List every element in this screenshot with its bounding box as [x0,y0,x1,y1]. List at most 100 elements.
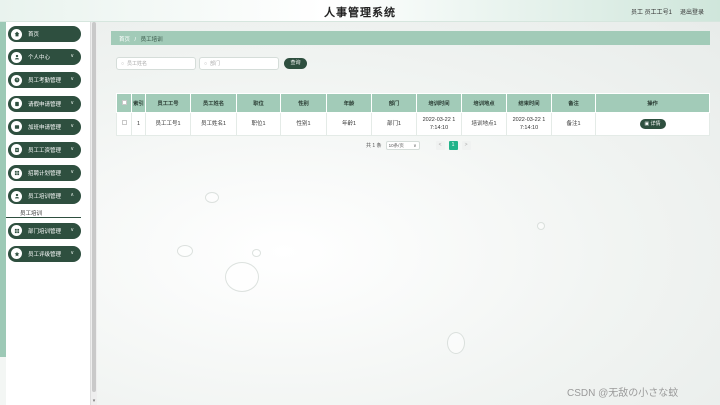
chevron-down-icon: ∨ [70,169,74,176]
sidebar-menu: 首页 个人中心 ∨ 员工考勤管理 ∨ 请假申请管理 ∨ 加班申请管理 ∨ 员工工… [6,26,81,269]
sidebar-item-dept-training[interactable]: 部门培训管理 ∨ [8,222,81,239]
breadcrumb-current: 员工培训 [140,37,163,43]
column-header: 员工姓名 [190,93,237,113]
select-all-cell [116,93,132,113]
page-size-select[interactable]: 10条/页 ∨ [385,141,420,150]
chevron-down-icon: ∨ [70,249,74,256]
detail-button[interactable]: ▣ 详情 [639,119,666,129]
total-count: 共 1 条 [366,143,382,149]
chevron-down-icon: ∨ [70,76,74,83]
sidebar-scrollbar[interactable]: ▾ [90,22,97,405]
search-icon: ○ [121,60,125,67]
query-button[interactable]: 查询 [284,58,307,69]
cell-remark: 备注1 [551,112,596,136]
page-number-active[interactable]: 1 [448,141,458,150]
cell-train-place: 培训地点1 [461,112,507,136]
chevron-down-icon: ∨ [413,143,417,148]
chevron-down-icon: ∨ [70,145,74,152]
training-table: 索引 员工工号 员工姓名 职位 性别 年龄 部门 培训时间 培训地点 结束时间 … [116,93,710,136]
decorative-droplet [447,332,465,354]
pagination: 共 1 条 10条/页 ∨ < 1 > [366,141,471,150]
sidebar-item-label: 员工考勤管理 [28,78,62,85]
sidebar-item-leave[interactable]: 请假申请管理 ∨ [8,95,81,112]
page-size-value: 10条/页 [388,143,404,148]
leave-icon [11,98,22,110]
cell-index: 1 [131,112,146,136]
chevron-down-icon: ∨ [70,53,74,60]
row-select-cell [116,112,132,136]
next-page-button[interactable]: > [461,141,471,150]
search-icon: ○ [204,60,208,67]
cell-emp-name: 员工姓名1 [190,112,237,136]
sidebar-item-attendance[interactable]: 员工考勤管理 ∨ [8,72,81,89]
column-header: 性别 [280,93,327,113]
cell-gender: 性别1 [280,112,327,136]
decorative-droplet [252,249,261,257]
sidebar-item-profile[interactable]: 个人中心 ∨ [8,49,81,66]
breadcrumb-home[interactable]: 首页 [119,37,130,43]
employee-name-search-input[interactable]: ○ 员工姓名 [116,57,196,70]
main-content-area [97,22,720,405]
detail-icon: ▣ [644,121,650,127]
sidebar-item-label: 部门培训管理 [28,228,62,235]
sidebar-item-label: 招聘计划管理 [28,171,62,178]
watermark: CSDN @无敌の小さな蚊 [567,388,679,399]
column-header: 员工工号 [145,93,191,113]
plan-icon [11,167,22,179]
cell-dept: 部门1 [371,112,417,136]
cell-age: 年龄1 [326,112,372,136]
sidebar-subitem-employee-training[interactable]: 员工培训 [6,206,81,218]
sidebar-item-rating[interactable]: 员工评级管理 ∨ [8,245,81,262]
home-icon [11,28,22,40]
sidebar-item-overtime[interactable]: 加班申请管理 ∨ [8,118,81,135]
column-header: 操作 [595,93,710,113]
search-input-placeholder: 部门 [210,61,221,67]
cell-emp-no: 员工工号1 [145,112,191,136]
decorative-droplet [205,192,219,203]
sidebar-item-home[interactable]: 首页 [8,26,81,42]
top-bar: 人事管理系统 员工 员工工号1 退出登录 [0,0,720,22]
breadcrumb-separator: / [134,37,137,43]
cell-end-time: 2022-03-22 1 7:14:10 [506,112,552,136]
sidebar-item-label: 请假申请管理 [28,101,62,108]
sidebar-item-label: 员工评级管理 [28,251,62,258]
sidebar-item-salary[interactable]: 员工工资管理 ∨ [8,141,81,158]
chevron-up-icon: ∧ [70,192,74,199]
clock-icon [11,74,22,86]
sidebar-item-label: 个人中心 [28,55,51,62]
column-header: 结束时间 [506,93,552,113]
chevron-down-icon: ∨ [70,122,74,129]
select-all-checkbox[interactable] [121,99,127,105]
department-search-input[interactable]: ○ 部门 [199,57,279,70]
column-header: 培训时间 [416,93,462,113]
sidebar-item-recruitment[interactable]: 招聘计划管理 ∨ [8,165,81,182]
column-header: 部门 [371,93,417,113]
column-header: 索引 [131,93,146,113]
search-input-placeholder: 员工姓名 [127,61,148,67]
app-title: 人事管理系统 [324,7,396,19]
sidebar-item-training[interactable]: 员工培训管理 ∧ [8,188,81,205]
row-checkbox[interactable] [121,120,127,125]
column-header: 备注 [551,93,596,113]
logout-link[interactable]: 退出登录 [680,7,704,16]
breadcrumb: 首页 / 员工培训 [111,31,710,45]
overtime-icon [11,121,22,133]
sidebar-item-label: 加班申请管理 [28,124,62,131]
chevron-down-icon: ∨ [70,99,74,106]
current-user: 员工 员工工号1 [630,10,672,16]
scrollbar-thumb[interactable] [92,22,96,392]
decorative-droplet [225,262,259,292]
prev-page-button[interactable]: < [435,141,445,150]
cell-train-time: 2022-03-22 1 7:14:10 [416,112,462,136]
table-header-row: 索引 员工工号 员工姓名 职位 性别 年龄 部门 培训时间 培训地点 结束时间 … [116,93,710,113]
chevron-down-icon: ∨ [70,226,74,233]
dept-icon [11,225,22,236]
cell-action: ▣ 详情 [595,112,710,136]
detail-button-label: 详情 [650,121,661,127]
rating-icon [11,248,22,260]
column-header: 培训地点 [461,93,507,113]
sidebar-item-label: 首页 [28,32,40,38]
sidebar-item-label: 员工培训管理 [28,194,62,201]
column-header: 年龄 [326,93,372,113]
decorative-droplet [537,222,545,230]
